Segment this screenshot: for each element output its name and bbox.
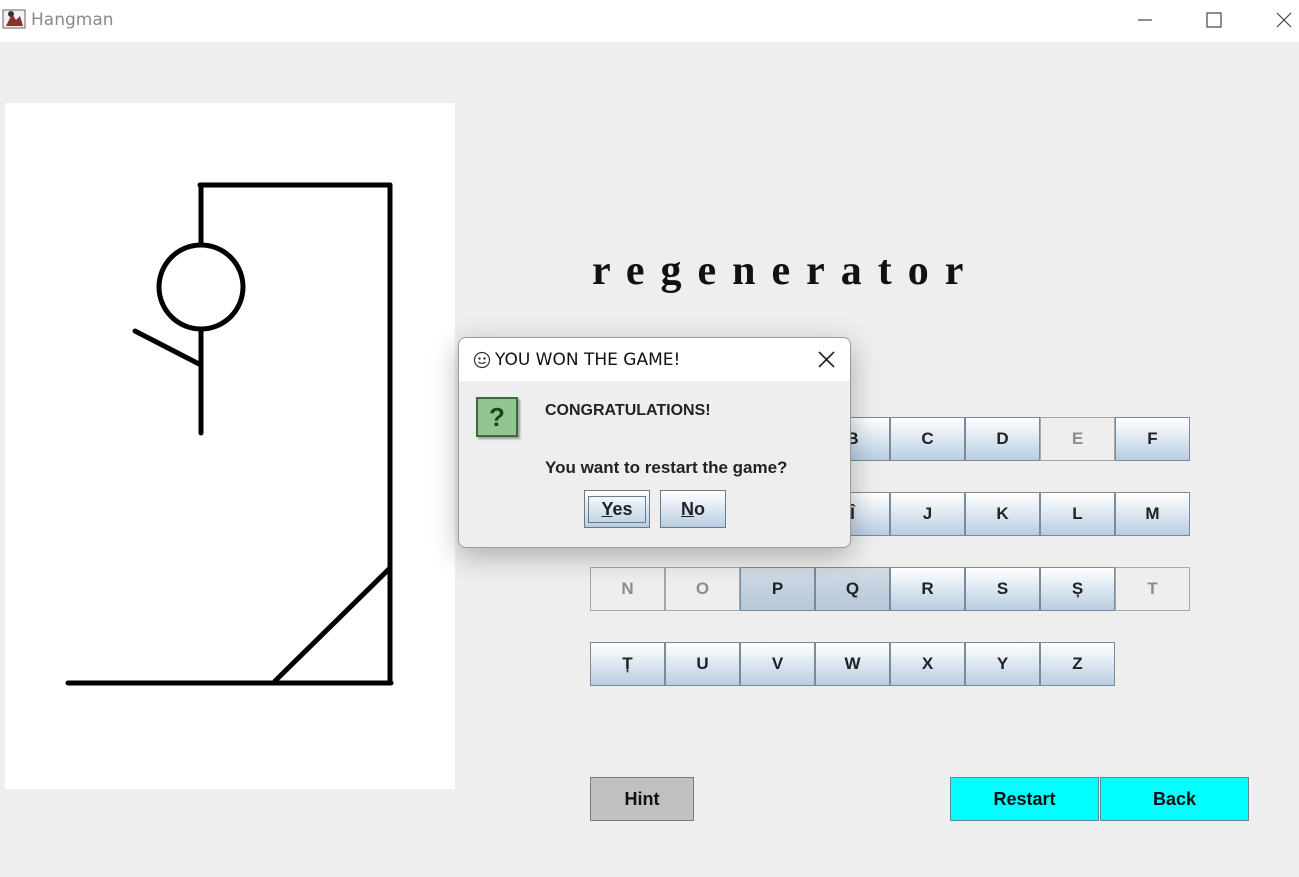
letter-button-P[interactable]: P [740, 567, 815, 611]
maximize-icon [1206, 12, 1222, 28]
hangman-drawing-panel [5, 103, 455, 789]
hangman-arm [132, 328, 204, 368]
dialog-titlebar: YOU WON THE GAME! [459, 338, 850, 381]
letter-button-V[interactable]: V [740, 642, 815, 686]
letter-button-Ț[interactable]: Ț [590, 642, 665, 686]
yes-mnemonic: Y [601, 498, 613, 519]
hangman-head [156, 242, 246, 332]
hint-button[interactable]: Hint [590, 777, 694, 821]
letter-button-T: T [1115, 567, 1190, 611]
minimize-button[interactable] [1115, 0, 1175, 40]
letter-button-Z[interactable]: Z [1040, 642, 1115, 686]
letter-button-F[interactable]: F [1115, 417, 1190, 461]
yes-label-rest: es [612, 498, 633, 519]
close-icon [1276, 12, 1292, 28]
letter-button-Ș[interactable]: Ș [1040, 567, 1115, 611]
letter-button-L[interactable]: L [1040, 492, 1115, 536]
letter-button-Y[interactable]: Y [965, 642, 1040, 686]
letter-button-R[interactable]: R [890, 567, 965, 611]
letter-button-E: E [1040, 417, 1115, 461]
letter-button-N: N [590, 567, 665, 611]
letter-button-X[interactable]: X [890, 642, 965, 686]
letter-button-C[interactable]: C [890, 417, 965, 461]
no-button-label: No [681, 499, 705, 520]
letter-button-S[interactable]: S [965, 567, 1040, 611]
letter-button-M[interactable]: M [1115, 492, 1190, 536]
maximize-button[interactable] [1184, 0, 1244, 40]
window-title: Hangman [31, 10, 114, 30]
dialog-app-icon [473, 351, 491, 369]
yes-button[interactable]: Yes [584, 490, 650, 528]
minimize-icon [1138, 19, 1152, 21]
close-button[interactable] [1254, 0, 1299, 40]
dialog-question: You want to restart the game? [545, 458, 788, 477]
dialog-close-button[interactable] [809, 346, 843, 374]
letter-button-W[interactable]: W [815, 642, 890, 686]
yes-button-label: Yes [588, 495, 646, 523]
letter-button-K[interactable]: K [965, 492, 1040, 536]
no-label-rest: o [694, 498, 705, 519]
letter-button-D[interactable]: D [965, 417, 1040, 461]
hangman-figure [65, 182, 394, 686]
no-mnemonic: N [681, 498, 694, 519]
word-display: regenerator [592, 248, 980, 294]
window-titlebar: Hangman [0, 0, 1299, 42]
dialog-message: CONGRATULATIONS! [545, 402, 711, 419]
restart-button[interactable]: Restart [950, 777, 1099, 821]
question-icon: ? [476, 397, 518, 437]
letter-button-O: O [665, 567, 740, 611]
close-icon [818, 351, 835, 368]
letter-button-U[interactable]: U [665, 642, 740, 686]
dialog-title: YOU WON THE GAME! [495, 350, 681, 370]
letter-button-Q[interactable]: Q [815, 567, 890, 611]
letter-button-J[interactable]: J [890, 492, 965, 536]
gallows-brace [272, 565, 393, 684]
win-dialog: YOU WON THE GAME! ? CONGRATULATIONS! You… [458, 337, 851, 548]
back-button[interactable]: Back [1100, 777, 1249, 821]
no-button[interactable]: No [660, 490, 726, 528]
app-icon [2, 9, 26, 29]
